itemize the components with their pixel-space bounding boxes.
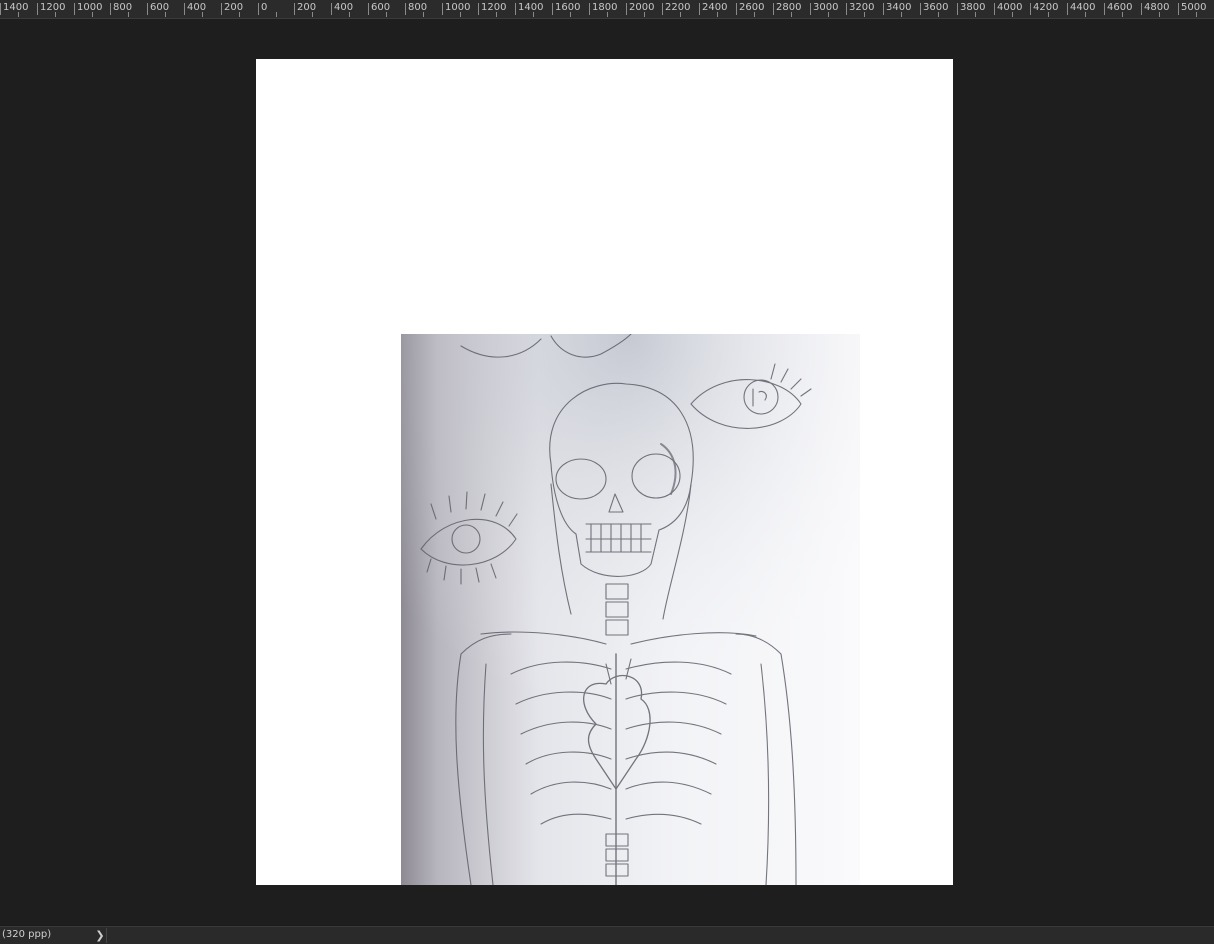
ruler-minor-tick (828, 12, 829, 17)
document-canvas[interactable] (256, 59, 953, 885)
ruler-tick-label: 3800 (957, 3, 985, 15)
ruler-tick-label: 3400 (883, 3, 911, 15)
ruler-minor-tick (349, 12, 350, 17)
ruler-tick-label: 2600 (736, 3, 764, 15)
status-bar: (320 ppp) ❯ (0, 926, 1214, 944)
ruler-minor-tick (92, 12, 93, 17)
ruler-minor-tick (644, 12, 645, 17)
ruler-minor-tick (1196, 12, 1197, 17)
ruler-minor-tick (570, 12, 571, 17)
ruler-minor-tick (165, 12, 166, 17)
ruler-minor-tick (55, 12, 56, 17)
ruler-minor-tick (717, 12, 718, 17)
ruler-minor-tick (386, 12, 387, 17)
ruler-tick-label: 1800 (589, 3, 617, 15)
ruler-tick-label: 1400 (0, 3, 28, 15)
ruler-minor-tick (791, 12, 792, 17)
ruler-minor-tick (1085, 12, 1086, 17)
ruler-minor-tick (680, 12, 681, 17)
ruler-tick-label: 1600 (552, 3, 580, 15)
ruler-minor-tick (1012, 12, 1013, 17)
ruler-tick-label: 3000 (810, 3, 838, 15)
ruler-minor-tick (460, 12, 461, 17)
ruler-tick-label: 1400 (515, 3, 543, 15)
ruler-minor-tick (607, 12, 608, 17)
ruler-minor-tick (423, 12, 424, 17)
ruler-tick-label: 1000 (442, 3, 470, 15)
ruler-tick-label: 2800 (773, 3, 801, 15)
ruler-tick-label: 3600 (920, 3, 948, 15)
ruler-tick-label: 4600 (1104, 3, 1132, 15)
ruler-tick-label: 4800 (1141, 3, 1169, 15)
ruler-minor-tick (938, 12, 939, 17)
ruler-minor-tick (276, 12, 277, 17)
ruler-minor-tick (975, 12, 976, 17)
ruler-tick-label: 4400 (1067, 3, 1095, 15)
ruler-tick-label: 5000 (1178, 3, 1206, 15)
horizontal-ruler[interactable]: 1400 1200 1000 800 600 400 200 0 200 400 600 800 100… (0, 0, 1214, 19)
ruler-minor-tick (239, 12, 240, 17)
ruler-minor-tick (18, 12, 19, 17)
document-workspace[interactable] (0, 19, 1214, 925)
ruler-tick-label: 4000 (994, 3, 1022, 15)
ruler-minor-tick (754, 12, 755, 17)
ruler-tick-label: 2200 (662, 3, 690, 15)
ruler-minor-tick (128, 12, 129, 17)
ruler-tick-label: 2000 (626, 3, 654, 15)
ruler-tick-label: 3200 (846, 3, 874, 15)
placed-photo-sketch[interactable] (401, 334, 860, 885)
chevron-right-icon[interactable]: ❯ (94, 928, 107, 943)
ruler-minor-tick (533, 12, 534, 17)
ruler-tick-label: 4200 (1030, 3, 1058, 15)
ruler-tick-label: 1200 (478, 3, 506, 15)
ruler-tick-label: 2400 (699, 3, 727, 15)
ruler-minor-tick (1048, 12, 1049, 17)
ruler-minor-tick (901, 12, 902, 17)
ruler-minor-tick (1159, 12, 1160, 17)
ruler-tick-label: 1200 (37, 3, 65, 15)
ruler-minor-tick (1122, 12, 1123, 17)
ruler-minor-tick (312, 12, 313, 17)
ruler-minor-tick (496, 12, 497, 17)
skeleton-sketch-image (401, 334, 860, 885)
ruler-minor-tick (202, 12, 203, 17)
zoom-resolution-text: (320 ppp) (2, 929, 52, 940)
ruler-minor-tick (864, 12, 865, 17)
ruler-tick-label: 0 (258, 3, 267, 15)
ruler-tick-label: 1000 (74, 3, 102, 15)
